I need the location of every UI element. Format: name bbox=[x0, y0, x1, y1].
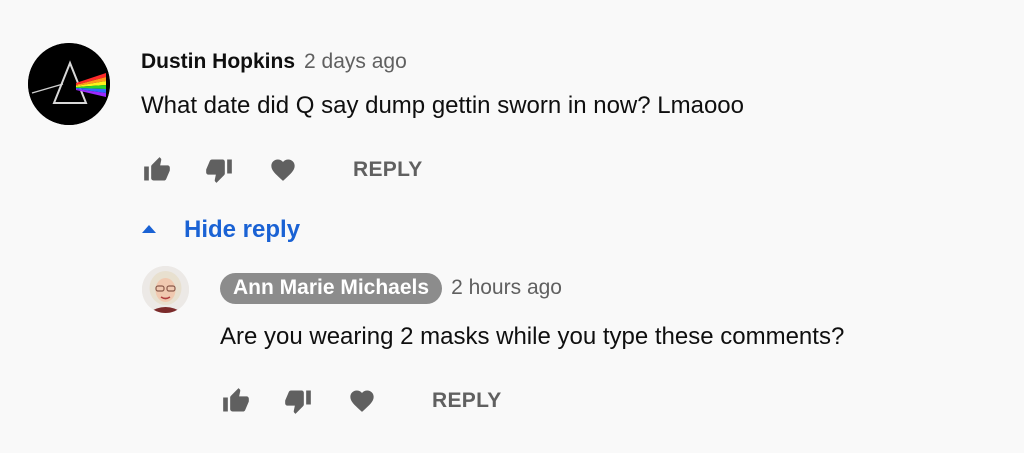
reply-button[interactable]: REPLY bbox=[432, 389, 502, 413]
comment-header: Dustin Hopkins 2 days ago bbox=[141, 47, 407, 77]
reply-actions: REPLY bbox=[220, 385, 502, 417]
comment-text: What date did Q say dump gettin sworn in… bbox=[141, 92, 744, 119]
thumbs-up-icon[interactable] bbox=[141, 154, 173, 186]
reply-text: Are you wearing 2 masks while you type t… bbox=[220, 323, 845, 350]
reply-header: Ann Marie Michaels 2 hours ago bbox=[220, 271, 562, 305]
heart-icon[interactable] bbox=[267, 154, 299, 186]
hide-replies-toggle[interactable]: Hide reply bbox=[141, 214, 300, 246]
comment-author[interactable]: Dustin Hopkins bbox=[141, 50, 295, 74]
caret-up-icon bbox=[141, 224, 157, 236]
reply-author-badge[interactable]: Ann Marie Michaels bbox=[220, 272, 443, 304]
prism-avatar-icon[interactable] bbox=[28, 43, 110, 125]
comment-actions: REPLY bbox=[141, 154, 423, 186]
reply-button[interactable]: REPLY bbox=[353, 158, 423, 182]
comment-time[interactable]: 2 days ago bbox=[304, 50, 407, 74]
thumbs-up-icon[interactable] bbox=[220, 385, 252, 417]
thumbs-down-icon[interactable] bbox=[282, 385, 314, 417]
user-photo-avatar[interactable] bbox=[142, 266, 189, 313]
hide-replies-label: Hide reply bbox=[184, 216, 301, 243]
heart-icon[interactable] bbox=[346, 385, 378, 417]
reply-time[interactable]: 2 hours ago bbox=[451, 276, 562, 300]
thumbs-down-icon[interactable] bbox=[203, 154, 235, 186]
